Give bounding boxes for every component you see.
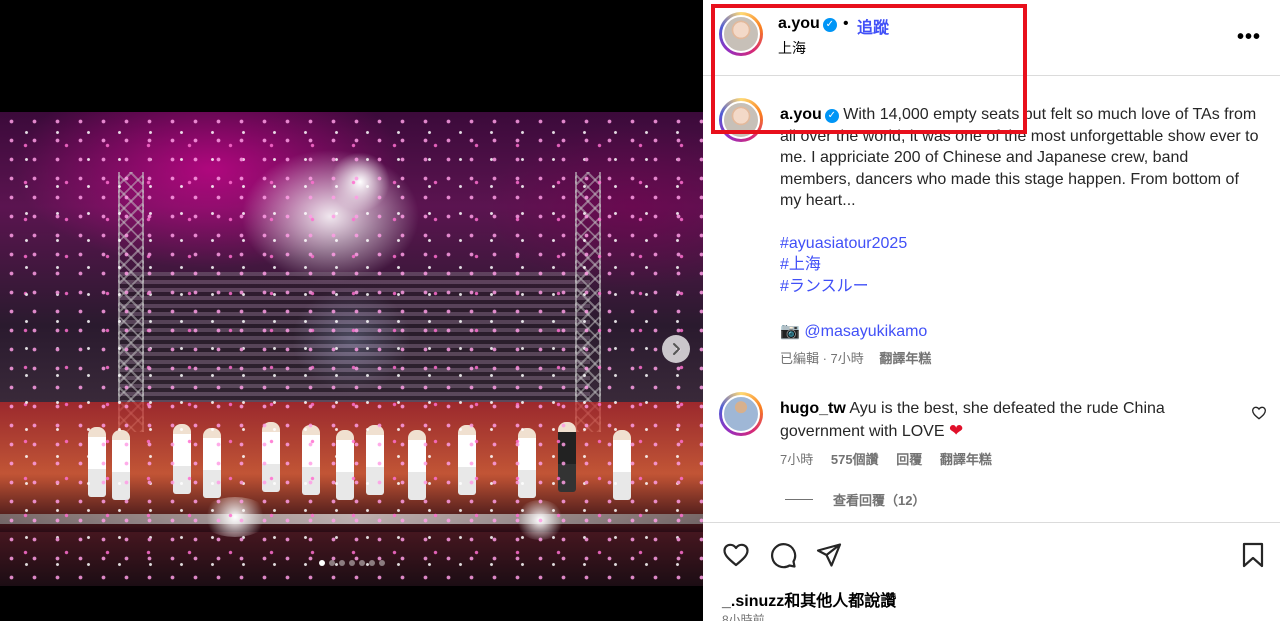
save-bookmark-icon[interactable] (1239, 541, 1267, 569)
comment-meta: 7小時 575個讚 回覆 翻譯年糕 (780, 449, 1006, 468)
view-replies-button[interactable]: 查看回覆（12） (785, 490, 925, 509)
verified-badge-icon: ✓ (824, 109, 839, 123)
caption-meta: 已編輯 · 7小時 翻譯年糕 (780, 348, 1260, 370)
hashtag-link[interactable]: #上海 (780, 254, 1260, 276)
credit-mention-link[interactable]: @masayukikamo (804, 323, 927, 340)
commenter-avatar[interactable] (719, 392, 763, 436)
comment-body: hugo_tw Ayu is the best, she defeated th… (780, 398, 1200, 443)
carousel-next-button[interactable] (662, 335, 690, 363)
author-avatar[interactable] (719, 12, 763, 56)
confetti (0, 112, 703, 586)
comment-time: 7小時 (780, 452, 814, 467)
carousel-dot (368, 560, 375, 566)
photo-credit: 📷 @masayukikamo (780, 321, 1260, 343)
view-replies-label[interactable]: 查看回覆（12） (833, 490, 925, 509)
translate-button[interactable]: 翻譯年糕 (879, 351, 931, 366)
commenter-username[interactable]: hugo_tw (780, 400, 846, 417)
post-action-bar: _.sinuzz和其他人都說讚 8小時前 (703, 522, 1280, 621)
comment-likes-count[interactable]: 575個讚 (831, 452, 879, 467)
carousel-dot (358, 560, 365, 566)
hashtag-link[interactable]: #ayuasiatour2025 (780, 233, 1260, 255)
camera-icon: 📷 (780, 323, 800, 340)
comment-translate-button[interactable]: 翻譯年糕 (940, 452, 992, 467)
share-send-icon[interactable] (815, 541, 843, 569)
reply-button[interactable]: 回覆 (896, 452, 922, 467)
edited-timestamp: 已編輯 · 7小時 (780, 350, 864, 366)
post-media-pane (0, 0, 703, 621)
comment-bubble-icon[interactable] (769, 541, 797, 569)
caption-author-avatar[interactable] (719, 98, 763, 142)
carousel-dot (338, 560, 345, 566)
follow-button[interactable]: 追蹤 (857, 14, 889, 38)
post-timestamp: 8小時前 (722, 613, 765, 621)
post-location[interactable]: 上海 (778, 38, 806, 58)
hashtag-link[interactable]: #ランスルー (780, 276, 1260, 298)
carousel-dot (378, 560, 385, 566)
header-separator: • (843, 15, 849, 32)
author-username[interactable]: a.you ✓ (778, 15, 837, 33)
concert-photo[interactable] (0, 112, 703, 586)
liked-by-summary[interactable]: _.sinuzz和其他人都說讚 (722, 587, 896, 611)
replies-divider (785, 499, 813, 500)
more-options-button[interactable]: ••• (1237, 26, 1261, 49)
verified-badge-icon: ✓ (822, 18, 837, 32)
post-header: a.you ✓ • 追蹤 上海 ••• (703, 0, 1280, 76)
comment-like-heart-icon[interactable] (1251, 405, 1267, 421)
caption-text: With 14,000 empty seats but felt so much… (780, 106, 1259, 209)
carousel-dot (328, 560, 335, 566)
caption-body: a.you ✓ With 14,000 empty seats but felt … (780, 104, 1260, 369)
chevron-right-icon (673, 343, 680, 355)
caption-username[interactable]: a.you (780, 106, 822, 123)
carousel-indicator (0, 560, 703, 566)
heart-emoji-icon: ❤ (948, 421, 964, 440)
carousel-dot (318, 560, 325, 566)
post-detail-pane: a.you ✓ • 追蹤 上海 ••• a.you ✓ With 14,000 em… (703, 0, 1280, 621)
like-heart-icon[interactable] (722, 541, 750, 569)
carousel-dot (348, 560, 355, 566)
